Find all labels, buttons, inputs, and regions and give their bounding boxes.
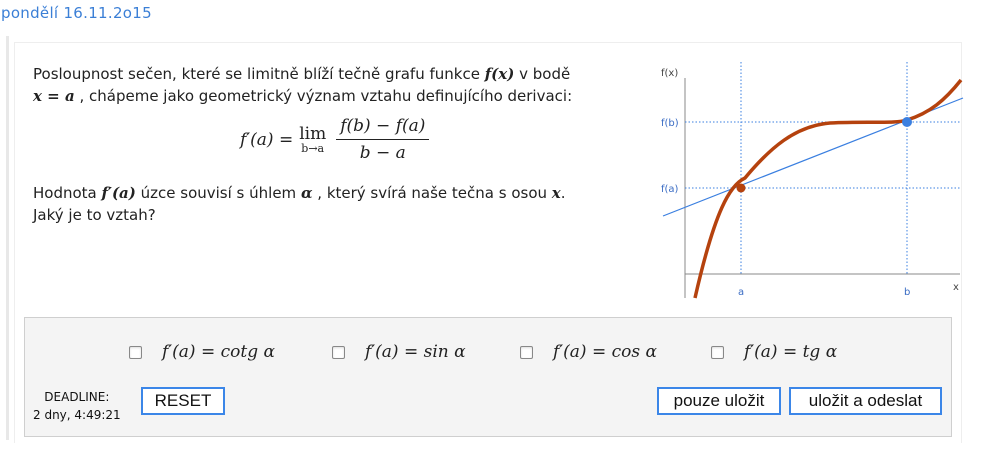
question-paragraph-2: Hodnota f′(a) úzce souvisí s úhlem α , k… (33, 182, 633, 226)
option-tg[interactable]: f′(a) = tg α (711, 342, 837, 362)
math-fprime-a: f′(a) (101, 184, 136, 202)
x-tick-a: a (738, 287, 744, 298)
y-axis-label: f(x) (661, 68, 678, 79)
checkbox-cos[interactable] (520, 345, 533, 359)
y-tick-fb: f(b) (661, 118, 679, 129)
q2-text-d: . (560, 184, 566, 202)
math-x-eq-a: x = a (33, 87, 75, 105)
checkbox-cotg[interactable] (129, 345, 142, 359)
deadline-label: DEADLINE: (44, 390, 110, 404)
math-x: x (551, 184, 561, 202)
math-fx: f(x) (484, 65, 515, 83)
formula-limit: lim b→a (299, 124, 326, 155)
submit-button[interactable]: uložit a odeslat (789, 387, 942, 415)
checkbox-tg[interactable] (711, 345, 724, 359)
fraction-numerator: f(b) − f(a) (336, 116, 430, 140)
q2-text-c: , který svírá naše tečna s osou (317, 184, 548, 202)
save-button[interactable]: pouze uložit (657, 387, 781, 415)
lim-text: lim (299, 124, 327, 144)
option-cotg[interactable]: f′(a) = cotg α (129, 342, 275, 362)
derivative-formula: f′(a) = lim b→a f(b) − f(a) b − a (240, 116, 430, 163)
option-cotg-label: f′(a) = cotg α (162, 342, 275, 362)
function-curve (693, 78, 963, 299)
math-alpha: α (300, 184, 313, 202)
point-b (902, 117, 912, 127)
left-border (6, 36, 9, 440)
option-cos-label: f′(a) = cos α (553, 342, 657, 362)
lim-subscript: b→a (301, 142, 325, 155)
point-a (736, 183, 746, 193)
q-text-b: v bodě (519, 65, 571, 83)
q-text-a: Posloupnost sečen, které se limitně blíž… (33, 65, 480, 83)
deadline-value: 2 dny, 4:49:21 (33, 408, 121, 422)
q2-text-b: úzce souvisí s úhlem (140, 184, 297, 202)
y-tick-fa: f(a) (661, 184, 679, 195)
q-text-c: , chápeme jako geometrický význam vztahu… (79, 87, 573, 105)
reset-button[interactable]: RESET (141, 387, 225, 415)
formula-fraction: f(b) − f(a) b − a (336, 116, 430, 163)
formula-lhs: f′(a) = (240, 129, 294, 150)
q2-text-a: Hodnota (33, 184, 97, 202)
x-tick-b: b (904, 287, 910, 298)
option-sin-label: f′(a) = sin α (365, 342, 466, 362)
x-axis-label: x (953, 282, 959, 293)
tangent-graph: f(x) x f(b) f(a) a b (661, 62, 964, 299)
date-heading: pondělí 16.11.2o15 (1, 4, 152, 22)
q2-text-e: Jaký je to vztah? (33, 206, 156, 224)
deadline: DEADLINE: 2 dny, 4:49:21 (33, 388, 121, 424)
option-cos[interactable]: f′(a) = cos α (520, 342, 657, 362)
answer-panel: f′(a) = cotg α f′(a) = sin α f′(a) = cos… (24, 317, 952, 437)
option-tg-label: f′(a) = tg α (744, 342, 838, 362)
question-paragraph-1: Posloupnost sečen, které se limitně blíž… (33, 63, 633, 107)
checkbox-sin[interactable] (332, 345, 345, 359)
option-sin[interactable]: f′(a) = sin α (332, 342, 466, 362)
fraction-denominator: b − a (359, 143, 406, 163)
